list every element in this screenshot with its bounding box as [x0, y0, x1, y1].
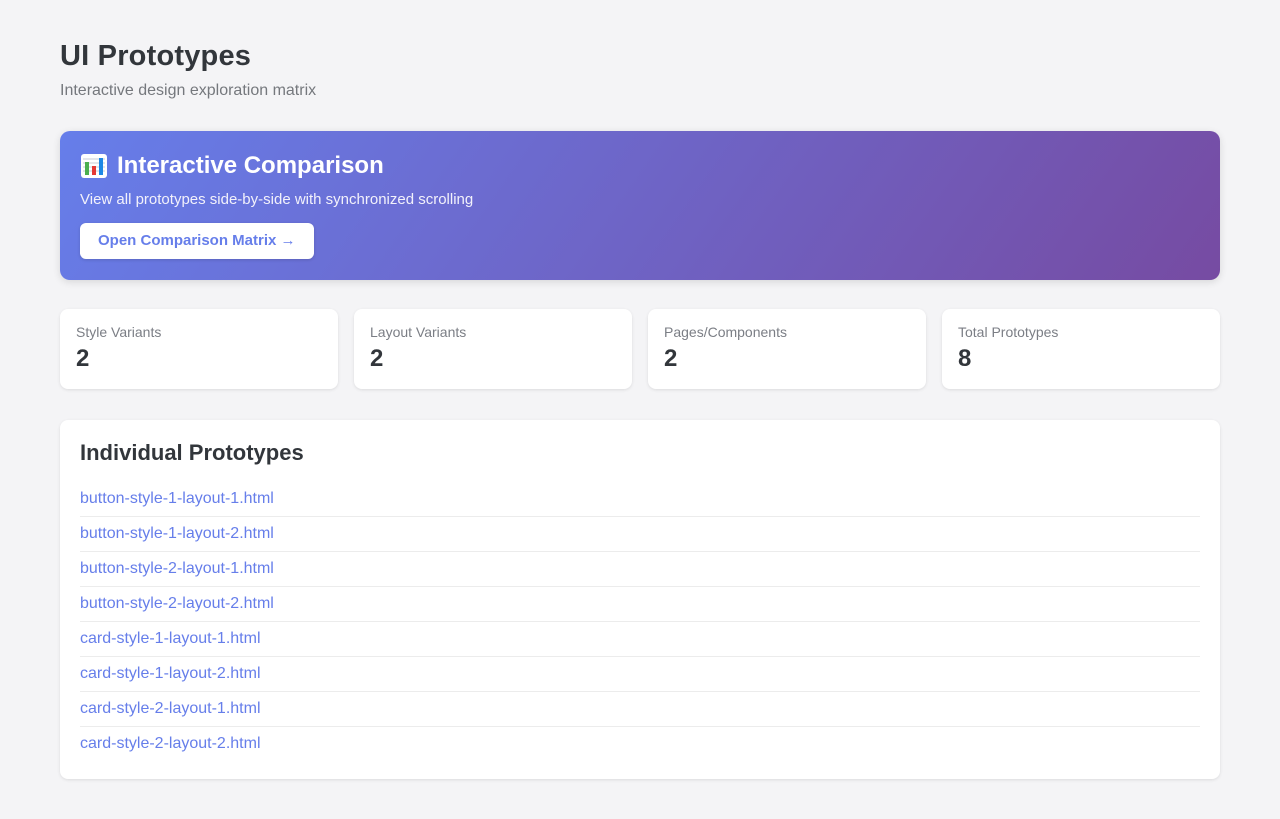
stat-value: 8	[958, 345, 1204, 373]
banner-title: Interactive Comparison	[117, 152, 384, 180]
list-item: card-style-2-layout-2.html	[80, 727, 1200, 761]
stat-label: Total Prototypes	[958, 324, 1204, 340]
prototype-link[interactable]: button-style-2-layout-2.html	[80, 587, 1200, 621]
prototype-link[interactable]: button-style-2-layout-1.html	[80, 552, 1200, 586]
list-item: button-style-2-layout-1.html	[80, 552, 1200, 587]
individual-prototypes-card: Individual Prototypes button-style-1-lay…	[60, 420, 1220, 779]
list-item: button-style-2-layout-2.html	[80, 587, 1200, 622]
stat-value: 2	[76, 345, 322, 373]
stat-label: Style Variants	[76, 324, 322, 340]
stat-card-total-prototypes: Total Prototypes 8	[942, 309, 1220, 389]
stat-label: Pages/Components	[664, 324, 910, 340]
open-comparison-matrix-button[interactable]: Open Comparison Matrix →	[80, 223, 314, 259]
page-subtitle: Interactive design exploration matrix	[60, 82, 1220, 100]
individual-prototypes-heading: Individual Prototypes	[80, 440, 1200, 466]
list-item: button-style-1-layout-1.html	[80, 482, 1200, 517]
list-item: button-style-1-layout-2.html	[80, 517, 1200, 552]
page-title: UI Prototypes	[60, 40, 1220, 73]
stat-value: 2	[370, 345, 616, 373]
prototype-link[interactable]: card-style-1-layout-2.html	[80, 657, 1200, 691]
prototype-list: button-style-1-layout-1.html button-styl…	[80, 482, 1200, 761]
stat-card-pages-components: Pages/Components 2	[648, 309, 926, 389]
stat-label: Layout Variants	[370, 324, 616, 340]
prototype-link[interactable]: card-style-2-layout-1.html	[80, 692, 1200, 726]
comparison-banner: Interactive Comparison View all prototyp…	[60, 131, 1220, 280]
prototype-link[interactable]: button-style-1-layout-2.html	[80, 517, 1200, 551]
banner-title-row: Interactive Comparison	[80, 152, 1200, 180]
list-item: card-style-1-layout-1.html	[80, 622, 1200, 657]
prototype-link[interactable]: card-style-1-layout-1.html	[80, 622, 1200, 656]
stats-row: Style Variants 2 Layout Variants 2 Pages…	[60, 309, 1220, 389]
stat-value: 2	[664, 345, 910, 373]
stat-card-style-variants: Style Variants 2	[60, 309, 338, 389]
list-item: card-style-1-layout-2.html	[80, 657, 1200, 692]
banner-description: View all prototypes side-by-side with sy…	[80, 191, 1200, 208]
prototype-link[interactable]: card-style-2-layout-2.html	[80, 727, 1200, 761]
page-container: UI Prototypes Interactive design explora…	[60, 0, 1220, 779]
stat-card-layout-variants: Layout Variants 2	[354, 309, 632, 389]
list-item: card-style-2-layout-1.html	[80, 692, 1200, 727]
prototype-link[interactable]: button-style-1-layout-1.html	[80, 482, 1200, 516]
bar-chart-icon	[80, 153, 108, 179]
